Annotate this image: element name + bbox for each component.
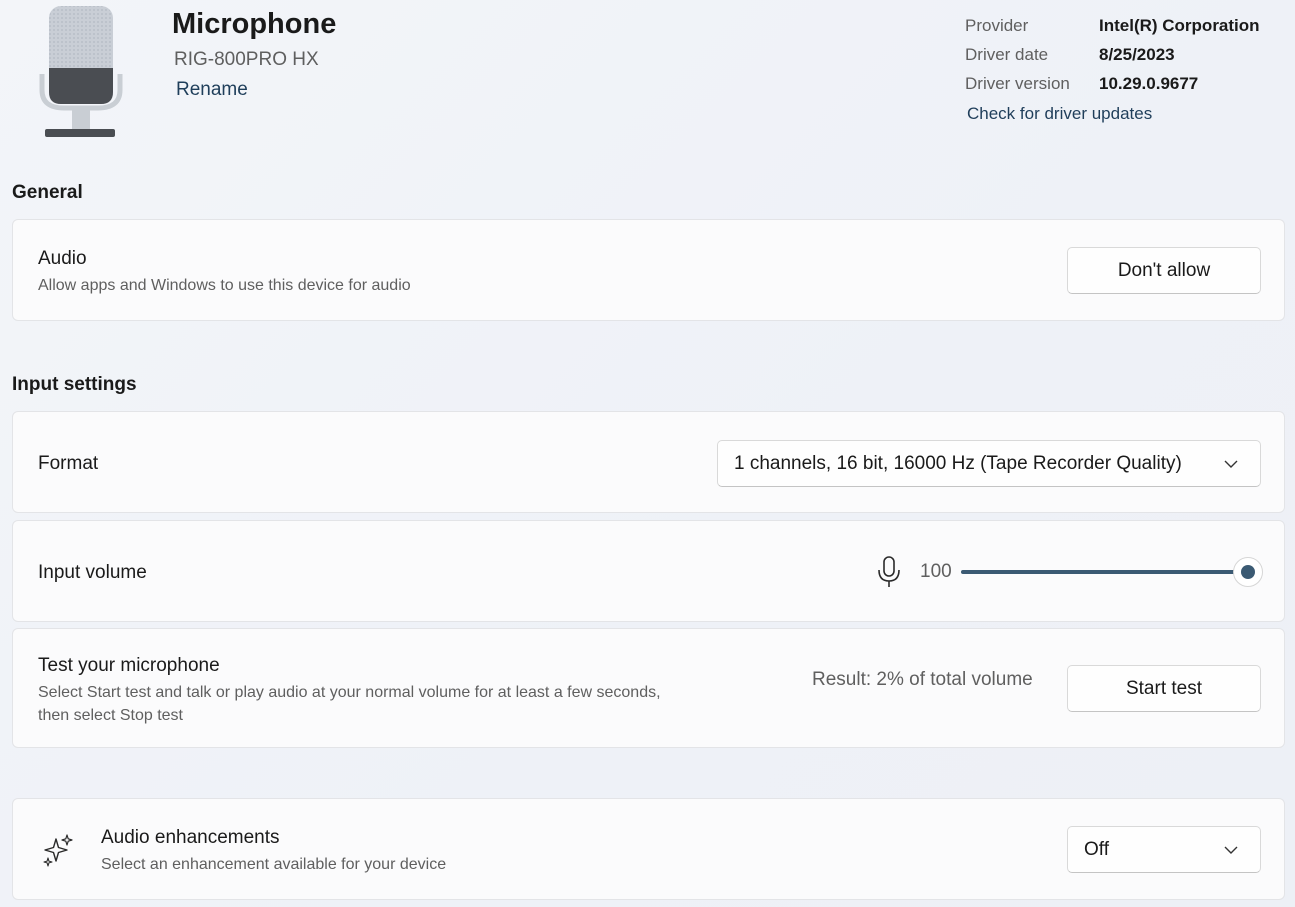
rename-link[interactable]: Rename [176,79,248,101]
input-volume-value: 100 [920,561,952,582]
test-microphone-card: Test your microphone Select Start test a… [12,628,1285,748]
slider-track-filled [961,570,1248,574]
provider-label: Provider [965,16,1029,35]
sparkle-icon [41,833,75,867]
driver-version-value: 10.29.0.9677 [1099,74,1199,93]
test-microphone-description-line2: then select Stop test [38,707,183,724]
provider-value: Intel(R) Corporation [1099,16,1260,35]
format-card: Format 1 channels, 16 bit, 16000 Hz (Tap… [12,411,1285,513]
input-volume-title: Input volume [38,562,147,583]
check-driver-updates-link[interactable]: Check for driver updates [967,104,1152,124]
format-dropdown-value: 1 channels, 16 bit, 16000 Hz (Tape Recor… [734,452,1182,474]
microphone-icon[interactable] [874,555,904,589]
device-model: RIG-800PRO HX [174,49,319,70]
format-dropdown[interactable]: 1 channels, 16 bit, 16000 Hz (Tape Recor… [717,440,1261,487]
audio-enhancements-description: Select an enhancement available for your… [101,856,447,873]
input-settings-section-title: Input settings [12,374,137,395]
audio-enhancements-card: Audio enhancements Select an enhancement… [12,798,1285,900]
audio-title: Audio [38,248,87,269]
audio-enhancements-dropdown[interactable]: Off [1067,826,1261,873]
audio-enhancements-title: Audio enhancements [101,827,280,848]
format-title: Format [38,453,99,474]
input-volume-slider[interactable] [961,557,1263,587]
microphone-illustration-icon [36,4,126,140]
audio-card: Audio Allow apps and Windows to use this… [12,219,1285,321]
test-microphone-title: Test your microphone [38,655,220,676]
audio-enhancements-value: Off [1084,838,1109,860]
driver-version-label: Driver version [965,74,1070,93]
dont-allow-button[interactable]: Don't allow [1067,247,1261,294]
test-result-text: Result: 2% of total volume [812,669,1033,690]
chevron-down-icon [1224,846,1238,854]
test-microphone-description-line1: Select Start test and talk or play audio… [38,684,661,701]
audio-description: Allow apps and Windows to use this devic… [38,277,411,294]
input-volume-card: Input volume 100 [12,520,1285,622]
general-section-title: General [12,182,83,203]
slider-thumb[interactable] [1233,557,1263,587]
start-test-button[interactable]: Start test [1067,665,1261,712]
chevron-down-icon [1224,460,1238,468]
driver-date-label: Driver date [965,45,1049,64]
device-title: Microphone [172,8,337,40]
driver-date-value: 8/25/2023 [1099,45,1175,64]
